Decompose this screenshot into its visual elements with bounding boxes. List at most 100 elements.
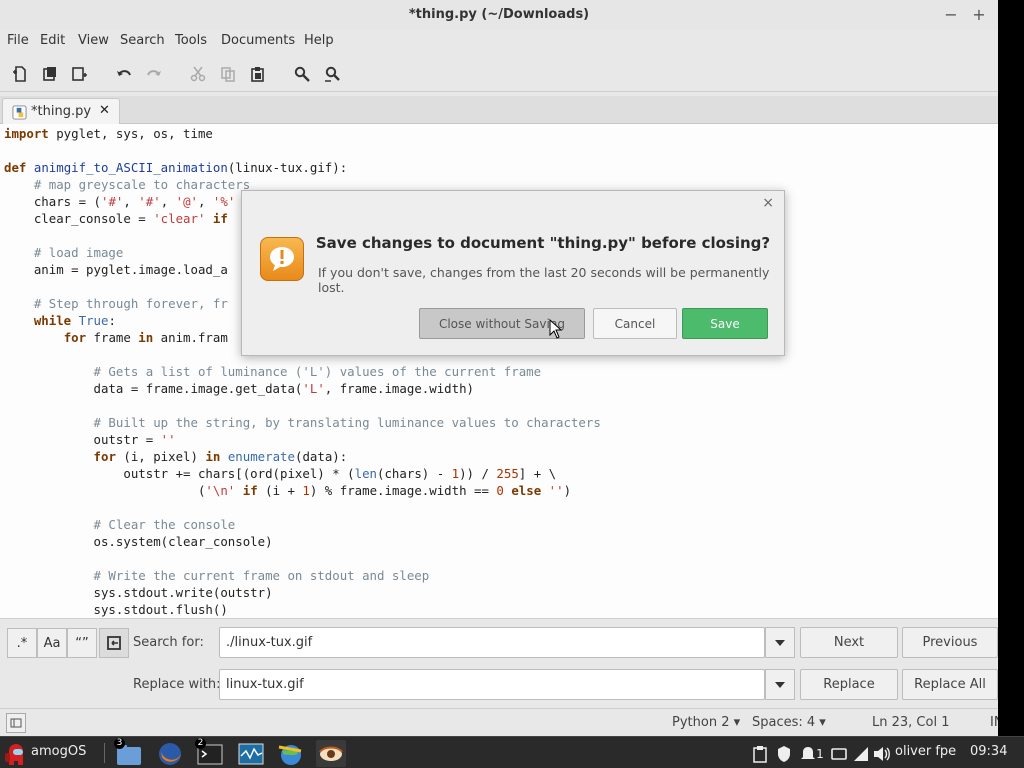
search-input[interactable]: ./linux-tux.gif xyxy=(219,627,765,658)
redo-icon[interactable] xyxy=(142,62,166,86)
code-line-19: outstr = '' xyxy=(4,432,176,447)
replace-input[interactable]: linux-tux.gif xyxy=(219,669,765,700)
replace-history-dropdown[interactable] xyxy=(765,669,795,700)
start-menu-label[interactable]: amogOS xyxy=(31,744,86,759)
next-button[interactable]: Next xyxy=(800,627,898,658)
display-tray-icon[interactable] xyxy=(828,740,850,767)
wrap-around-icon xyxy=(107,636,121,650)
clipboard-tray-icon[interactable] xyxy=(749,740,771,767)
tab-label: *thing.py xyxy=(31,104,92,119)
paste-icon[interactable] xyxy=(246,62,270,86)
code-line-21: outstr += chars[(ord(pixel) * (len(chars… xyxy=(4,466,557,481)
replace-all-button[interactable]: Replace All xyxy=(902,669,998,700)
menu-file[interactable]: File xyxy=(4,33,32,48)
code-line-12: while True: xyxy=(33,313,116,328)
dialog-title: Save changes to document "thing.py" befo… xyxy=(315,234,771,252)
network-globe-icon[interactable] xyxy=(276,740,306,767)
code-line-4: # map greyscale to characters xyxy=(4,177,251,192)
previous-button[interactable]: Previous xyxy=(902,627,998,658)
code-line-15: # Gets a list of luminance ('L') values … xyxy=(4,364,542,379)
wrap-around-toggle[interactable] xyxy=(99,628,129,658)
volume-tray-icon[interactable] xyxy=(871,740,893,767)
toolbar xyxy=(0,56,998,92)
start-menu-icon[interactable] xyxy=(2,740,30,767)
tab-close-icon[interactable]: ✕ xyxy=(99,103,110,118)
clock[interactable]: 09:34 xyxy=(970,744,1007,759)
code-line-9: anim = pyglet.image.load_a xyxy=(4,262,228,277)
network-tray-icon[interactable] xyxy=(850,740,872,767)
title-bar: *thing.py (~/Downloads) − + xyxy=(0,0,998,30)
copy-icon[interactable] xyxy=(216,62,240,86)
new-document-icon[interactable] xyxy=(8,62,32,86)
code-line-25: os.system(clear_console) xyxy=(4,534,273,549)
desktop-edge xyxy=(998,0,1024,736)
code-line-28: sys.stdout.write(outstr) xyxy=(4,585,273,600)
code-line-29: sys.stdout.flush() xyxy=(4,602,228,617)
open-document-icon[interactable] xyxy=(38,62,62,86)
notification-count: 1 xyxy=(816,746,824,761)
whole-word-toggle[interactable]: “” xyxy=(67,628,97,658)
language-selector[interactable]: Python 2 ▾ xyxy=(672,715,740,730)
notifications-tray-icon[interactable]: 1 xyxy=(797,740,827,767)
save-document-icon[interactable] xyxy=(68,62,92,86)
code-line-13: for frame in anim.fram xyxy=(63,330,228,345)
regex-toggle[interactable]: .* xyxy=(7,628,37,658)
menu-tools[interactable]: Tools xyxy=(172,33,210,48)
system-monitor-icon[interactable] xyxy=(236,740,266,767)
files-app-icon[interactable]: 3 xyxy=(114,738,144,767)
undo-icon[interactable] xyxy=(112,62,136,86)
text-editor-window: *thing.py (~/Downloads) − + File Edit Vi… xyxy=(0,0,1004,736)
search-for-label: Search for: xyxy=(133,635,204,650)
mouse-cursor-icon xyxy=(549,319,563,339)
shield-tray-icon[interactable] xyxy=(773,740,795,767)
dialog-close-icon[interactable]: × xyxy=(762,195,774,211)
code-line-24: # Clear the console xyxy=(4,517,236,532)
firefox-icon[interactable] xyxy=(155,740,185,767)
code-line-3: def animgif_to_ASCII_animation(linux-tux… xyxy=(4,160,348,175)
find-icon[interactable] xyxy=(290,62,314,86)
python-file-icon xyxy=(12,105,27,120)
menu-help[interactable]: Help xyxy=(301,33,337,48)
code-line-11: # Step through forever, fr xyxy=(4,296,228,311)
menu-documents[interactable]: Documents xyxy=(218,33,298,48)
eye-of-gnome-icon[interactable] xyxy=(316,740,346,767)
menu-view[interactable]: View xyxy=(75,33,112,48)
save-button[interactable]: Save xyxy=(682,308,768,339)
cancel-button[interactable]: Cancel xyxy=(593,308,677,339)
document-tab-bar: *thing.py ✕ xyxy=(0,96,998,125)
code-line-1: import pyglet, sys, os, time xyxy=(4,126,213,141)
code-line-16: data = frame.image.get_data('L', frame.i… xyxy=(4,381,474,396)
cursor-position: Ln 23, Col 1 xyxy=(872,715,950,730)
code-line-8: # load image xyxy=(4,245,124,260)
menu-bar: File Edit View Search Tools Documents He… xyxy=(0,30,998,54)
terminal-window-count: 2 xyxy=(195,738,206,749)
code-line-20: for (i, pixel) in enumerate(data): xyxy=(93,449,348,464)
search-replace-panel: .* Aa “” Search for: ./linux-tux.gif Nex… xyxy=(0,618,998,708)
search-history-dropdown[interactable] xyxy=(765,627,795,658)
side-panel-toggle[interactable] xyxy=(6,713,26,733)
menu-edit[interactable]: Edit xyxy=(37,33,68,48)
terminal-icon[interactable]: 2 xyxy=(195,738,225,767)
indent-selector[interactable]: Spaces: 4 ▾ xyxy=(752,715,826,730)
taskbar: amogOS 3 2 1 oliver fpe 09:34 xyxy=(0,736,1024,768)
cut-icon[interactable] xyxy=(186,62,210,86)
find-replace-icon[interactable] xyxy=(320,62,344,86)
maximize-button[interactable]: + xyxy=(968,4,990,26)
chevron-down-icon xyxy=(775,639,785,646)
minimize-button[interactable]: − xyxy=(940,4,962,26)
match-case-toggle[interactable]: Aa xyxy=(37,628,67,658)
code-line-6: clear_console = 'clear' if xyxy=(4,211,228,226)
window-title: *thing.py (~/Downloads) xyxy=(408,7,590,22)
dialog-message: If you don't save, changes from the last… xyxy=(318,265,770,295)
taskbar-separator xyxy=(104,743,105,763)
code-line-22: ('\n' if (i + 1) % frame.image.width == … xyxy=(4,483,572,498)
tab-thing-py[interactable]: *thing.py ✕ xyxy=(2,98,120,125)
files-window-count: 3 xyxy=(114,738,125,749)
status-bar: Python 2 ▾ Spaces: 4 ▾ Ln 23, Col 1 IN xyxy=(0,708,1004,736)
menu-search[interactable]: Search xyxy=(117,33,168,48)
user-name[interactable]: oliver fpe xyxy=(895,744,956,759)
replace-button[interactable]: Replace xyxy=(800,669,898,700)
chevron-down-icon xyxy=(775,681,785,688)
replace-with-label: Replace with: xyxy=(133,677,221,692)
code-line-18: # Built up the string, by translating lu… xyxy=(4,415,601,430)
